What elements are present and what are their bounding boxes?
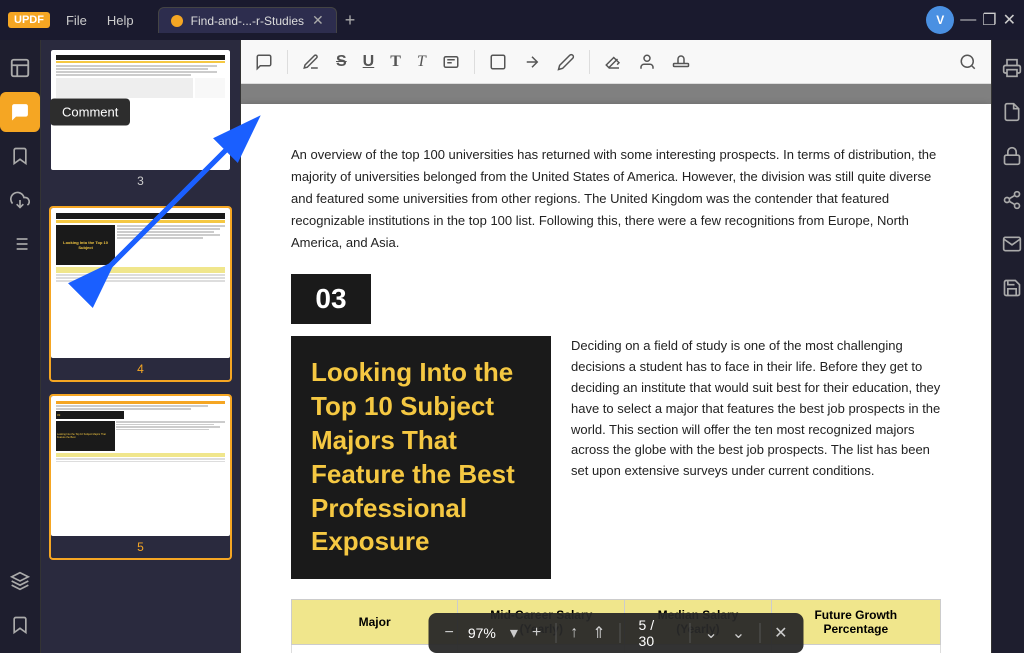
pdf-content-area: An overview of the top 100 universities … [241,84,991,653]
toolbar-underline-button[interactable]: U [357,49,381,75]
right-sidebar [991,40,1024,653]
zoom-level: 97% [464,625,500,641]
next-page-button[interactable]: ⌄ [728,621,749,645]
right-sidebar-email-icon[interactable] [992,224,1024,264]
sidebar-bookmark-icon[interactable] [0,136,40,176]
thumbnail-5-image: 03 Looking Into the Top 10 Subject Major… [51,396,230,536]
zoom-in-button[interactable]: + [528,622,545,644]
prev-page-button[interactable]: ⌄ [700,621,721,645]
pdf-section-content: Looking Into the Top 10 Subject Majors T… [291,336,941,579]
thumbnail-page-4[interactable]: Looking Into the Top 10 Subject [49,206,232,382]
active-tab[interactable]: Find-and-...-r-Studies ✕ [158,7,337,33]
title-bar: UPDF File Help Find-and-...-r-Studies ✕ … [0,0,1024,40]
sidebar-layers-icon[interactable] [0,561,40,601]
tab-label: Find-and-...-r-Studies [191,14,304,28]
right-sidebar-save-icon[interactable] [992,268,1024,308]
toolbar-text-cursor-button[interactable]: T [411,49,432,75]
page-info: 5 / 30 [631,617,680,649]
tab-icon [171,15,183,27]
bottom-toolbar: − 97% ▾ + ↑ ⇑ 5 / 30 ⌄ ⌄ ✕ [429,613,804,653]
sidebar-pages-icon[interactable] [0,48,40,88]
close-toolbar-button[interactable]: ✕ [770,621,791,645]
toolbar-stamp-button[interactable] [666,49,696,75]
bottom-sep-2 [620,623,621,643]
right-sidebar-lock-icon[interactable] [992,136,1024,176]
toolbar-comment-button[interactable] [249,49,279,75]
toolbar-sep-3 [589,50,590,74]
toolbar-search-button[interactable] [953,49,983,75]
thumbnail-3-number: 3 [51,170,230,192]
thumbnail-4-image: Looking Into the Top 10 Subject [51,208,230,358]
main-layout: Comment [0,40,1024,653]
bottom-sep-3 [689,623,690,643]
zoom-dropdown-button[interactable]: ▾ [506,621,522,645]
page-separator: / [650,617,654,633]
left-sidebar: Comment [0,40,41,653]
user-avatar[interactable]: V [926,6,954,34]
toolbar: S U T T [241,40,991,84]
thumbnail-panel: 3 Looking Into the Top 10 Subject [41,40,241,653]
sidebar-export-icon[interactable] [0,180,40,220]
right-sidebar-print-icon[interactable] [992,48,1024,88]
updf-logo: UPDF [8,12,50,28]
toolbar-line-button[interactable] [517,49,547,75]
pdf-section-body: Deciding on a field of study is one of t… [571,336,941,579]
right-sidebar-share-icon[interactable] [992,180,1024,220]
sidebar-bookmark2-icon[interactable] [0,605,40,645]
bottom-sep-4 [759,623,760,643]
new-tab-button[interactable]: + [345,10,356,31]
sidebar-comment-icon[interactable]: Comment [0,92,40,132]
window-controls: V — ❐ ✕ [926,6,1016,34]
pdf-intro-text: An overview of the top 100 universities … [291,144,941,254]
right-sidebar-document-icon[interactable] [992,92,1024,132]
pdf-section-title: Looking Into the Top 10 Subject Majors T… [291,336,551,579]
tab-bar: Find-and-...-r-Studies ✕ + [158,7,919,33]
sidebar-organize-icon[interactable] [0,224,40,264]
toolbar-sep-2 [474,50,475,74]
fit-width-button[interactable]: ⇑ [588,621,609,645]
fit-page-button[interactable]: ↑ [566,622,582,644]
menu-bar: File Help [58,11,142,30]
comment-tooltip: Comment [50,99,130,126]
pdf-section-number: 03 [291,274,371,324]
zoom-out-button[interactable]: − [441,622,458,644]
current-page: 5 [639,617,647,633]
menu-file[interactable]: File [58,11,95,30]
close-button[interactable]: ✕ [1003,10,1016,30]
thumbnail-page-5[interactable]: 03 Looking Into the Top 10 Subject Major… [49,394,232,560]
toolbar-pencil-button[interactable] [551,49,581,75]
maximize-button[interactable]: ❐ [982,10,996,30]
toolbar-signature-button[interactable] [632,49,662,75]
toolbar-sep-1 [287,50,288,74]
minimize-button[interactable]: — [960,11,976,29]
thumbnail-4-number: 4 [51,358,230,380]
toolbar-text-box-button[interactable] [436,49,466,75]
pdf-page: An overview of the top 100 universities … [241,104,991,653]
toolbar-highlight-button[interactable] [296,49,326,75]
thumbnail-5-number: 5 [51,536,230,558]
toolbar-eraser-button[interactable] [598,49,628,75]
total-pages: 30 [639,633,655,649]
bottom-sep-1 [555,623,556,643]
content-wrapper: 3 Looking Into the Top 10 Subject [41,40,991,653]
toolbar-text-select-button[interactable]: T [384,49,407,75]
toolbar-shape-button[interactable] [483,49,513,75]
menu-help[interactable]: Help [99,11,142,30]
toolbar-strikethrough-button[interactable]: S [330,49,353,75]
tab-close-button[interactable]: ✕ [312,12,324,29]
main-column: S U T T [241,40,991,653]
